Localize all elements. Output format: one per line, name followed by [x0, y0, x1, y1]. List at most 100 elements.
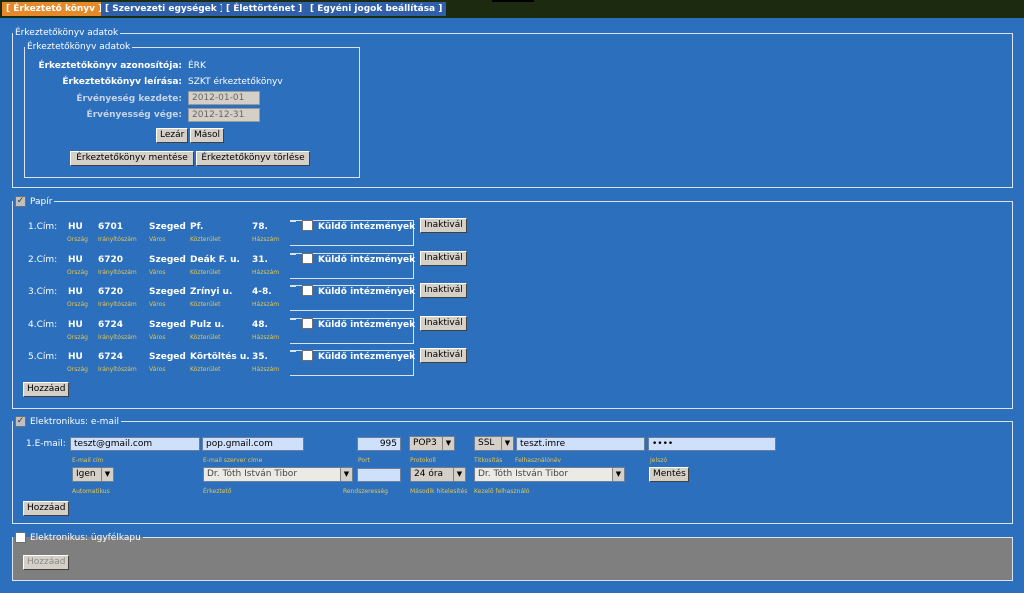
address-label: 4.Cím:	[28, 320, 58, 330]
handler-value: Dr. Tóth István Tibor	[478, 469, 569, 479]
client-gate-section: Elektronikus: ügyfélkapu	[12, 532, 1013, 581]
username-input[interactable]: teszt.imre	[516, 437, 645, 451]
email-legend-text: Elektronikus: e-mail	[30, 417, 119, 427]
zip-caption: Irányítószám	[98, 236, 137, 243]
desc-label: Érkeztetőkönyv leírása:	[62, 77, 182, 87]
street-caption: Közterület	[190, 269, 221, 276]
inactivate-button[interactable]: Inaktivál	[420, 283, 467, 298]
number-caption: Házszám	[252, 269, 280, 276]
street-caption: Közterület	[190, 236, 221, 243]
zip-caption: Irányítószám	[98, 334, 137, 341]
paper-legend: ✓ Papír	[13, 196, 54, 207]
tab-szervezeti-egysegek[interactable]: [ Szervezeti egységek ]	[101, 2, 228, 16]
city-caption: Város	[149, 366, 166, 373]
password-caption: Jelszó	[650, 457, 668, 464]
address-street: Deák F. u.	[190, 255, 240, 265]
registrar-value: Dr. Tóth István Tibor	[207, 469, 298, 479]
chevron-down-icon: ▼	[612, 468, 624, 481]
second-auth-value: 24 óra	[414, 469, 444, 479]
address-number: 78.	[252, 222, 268, 232]
end-date-input[interactable]: 2012-12-31	[188, 108, 260, 122]
sender-checkbox[interactable]	[302, 285, 313, 296]
handler-caption: Kezelő felhasználó	[474, 488, 530, 495]
tab-erkezteto-konyv[interactable]: [ Érkeztető könyv ]	[2, 2, 107, 16]
email-address-input[interactable]: teszt@gmail.com	[70, 437, 200, 451]
port-input[interactable]: 995	[357, 437, 401, 451]
street-caption: Közterület	[190, 301, 221, 308]
address-zip: 6701	[98, 222, 124, 232]
address-zip: 6720	[98, 287, 124, 297]
address-number: 35.	[252, 352, 268, 362]
client-gate-legend: Elektronikus: ügyfélkapu	[13, 532, 143, 543]
id-label: Érkeztetőkönyv azonosítója:	[38, 61, 182, 71]
protocol-select[interactable]: POP3 ▼	[409, 436, 455, 451]
save-erkeztetokonyv-button[interactable]: Érkeztetőkönyv mentése	[70, 151, 194, 166]
start-date-input[interactable]: 2012-01-01	[188, 91, 260, 105]
tab-egyeni-jogok[interactable]: [ Egyéni jogok beállítása ]	[306, 2, 447, 16]
tab-elettortenet[interactable]: [ Élettörténet ]	[222, 2, 307, 16]
email-save-button[interactable]: Mentés	[649, 467, 689, 482]
number-caption: Házszám	[252, 366, 280, 373]
inactivate-button[interactable]: Inaktivál	[420, 251, 467, 266]
port-caption: Port	[358, 457, 370, 464]
email-add-button[interactable]: Hozzáad	[23, 501, 69, 516]
inactivate-button[interactable]: Inaktivál	[420, 348, 467, 363]
paper-add-button[interactable]: Hozzáad	[23, 382, 69, 397]
chevron-down-icon: ▼	[501, 437, 513, 450]
protocol-caption: Protokoll	[410, 457, 436, 464]
address-label: 5.Cím:	[28, 352, 58, 362]
second-auth-select[interactable]: 24 óra ▼	[410, 467, 466, 482]
client-gate-legend-text: Elektronikus: ügyfélkapu	[30, 533, 141, 543]
sender-label: Küldő intézmények	[318, 320, 416, 330]
chevron-down-icon: ▼	[453, 468, 465, 481]
address-street: Körtöltés u.	[190, 352, 250, 362]
password-input[interactable]: ••••	[648, 437, 776, 451]
inner-section-legend: Érkeztetőkönyv adatok	[27, 42, 131, 52]
country-caption: Ország	[67, 269, 88, 276]
sender-checkbox[interactable]	[302, 253, 313, 264]
address-label: 1.Cím:	[28, 222, 58, 232]
protocol-value: POP3	[413, 438, 437, 448]
topbar-marker	[492, 0, 534, 2]
lock-button[interactable]: Lezár	[156, 128, 188, 143]
email-legend: ✓ Elektronikus: e-mail	[13, 416, 121, 427]
frequency-input[interactable]	[357, 468, 401, 482]
start-date-label: Érvényeség kezdete:	[76, 94, 182, 104]
country-caption: Ország	[67, 301, 88, 308]
chevron-down-icon: ▼	[340, 468, 352, 481]
section-legend: Érkeztetőkönyv adatok	[15, 28, 119, 38]
address-number: 48.	[252, 320, 268, 330]
paper-legend-text: Papír	[30, 197, 53, 207]
inactivate-button[interactable]: Inaktivál	[420, 218, 467, 233]
frequency-caption: Rendszeresség	[343, 488, 388, 495]
encryption-select[interactable]: SSL ▼	[474, 436, 514, 451]
country-caption: Ország	[67, 236, 88, 243]
paper-checkbox[interactable]: ✓	[15, 196, 26, 207]
address-country: HU	[68, 287, 83, 297]
address-zip: 6724	[98, 320, 124, 330]
sender-checkbox[interactable]	[302, 220, 313, 231]
address-label: 3.Cím:	[28, 287, 58, 297]
end-date-label: Érvényesség vége:	[86, 110, 182, 120]
client-gate-add-button[interactable]: Hozzáad	[23, 555, 69, 570]
sender-checkbox[interactable]	[302, 350, 313, 361]
auto-select[interactable]: Igen ▼	[72, 467, 114, 482]
zip-caption: Irányítószám	[98, 301, 137, 308]
delete-erkeztetokonyv-button[interactable]: Érkeztetőkönyv törlése	[196, 151, 310, 166]
chevron-down-icon: ▼	[442, 437, 454, 450]
sender-checkbox[interactable]	[302, 318, 313, 329]
inactivate-button[interactable]: Inaktivál	[420, 316, 467, 331]
registrar-select[interactable]: Dr. Tóth István Tibor ▼	[203, 467, 353, 482]
address-number: 4-8.	[252, 287, 272, 297]
zip-caption: Irányítószám	[98, 366, 137, 373]
sender-label: Küldő intézmények	[318, 352, 416, 362]
email-server-input[interactable]: pop.gmail.com	[202, 437, 304, 451]
registrar-caption: Érkeztető	[203, 488, 232, 495]
handler-select[interactable]: Dr. Tóth István Tibor ▼	[474, 467, 625, 482]
copy-button[interactable]: Másol	[190, 128, 224, 143]
address-country: HU	[68, 320, 83, 330]
address-city: Szeged	[149, 255, 186, 265]
email-checkbox[interactable]: ✓	[15, 416, 26, 427]
number-caption: Házszám	[252, 236, 280, 243]
client-gate-checkbox[interactable]	[15, 532, 26, 543]
